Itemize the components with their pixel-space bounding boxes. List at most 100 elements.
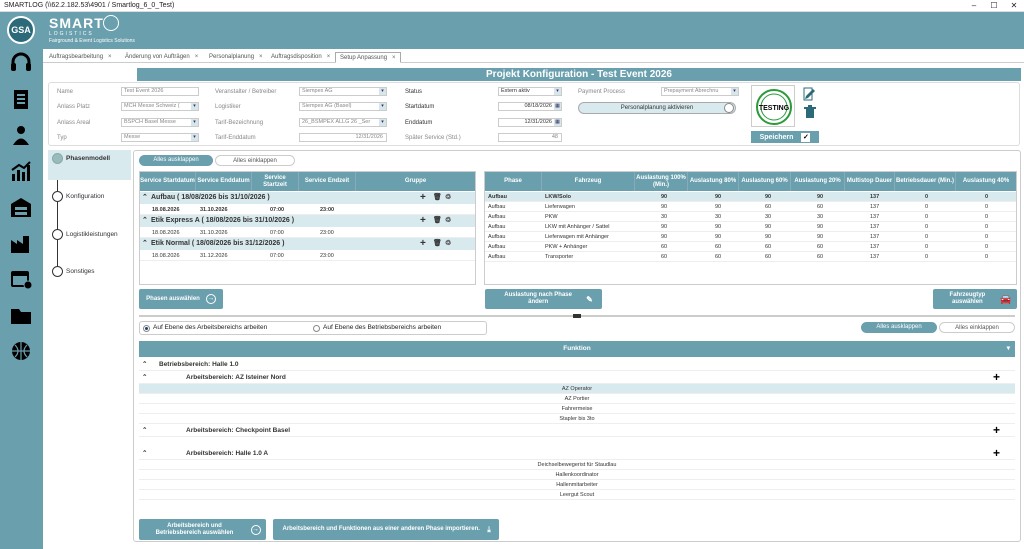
funktion-item[interactable]: Stapler bis 3to	[139, 414, 1015, 424]
tab-setup-anpassung[interactable]: Setup Anpassung ×	[335, 52, 401, 63]
collapse-icon[interactable]: ⌃	[142, 447, 147, 460]
name-field[interactable]: Test Event 2026	[121, 87, 199, 96]
delete-icon[interactable]	[803, 105, 817, 119]
phasen-auswaehlen-button[interactable]: Phasen auswählen →	[139, 289, 223, 309]
calendar-icon[interactable]	[9, 268, 33, 290]
close-icon[interactable]: ✕	[1004, 0, 1024, 12]
calendar-picker-icon[interactable]: ▦	[554, 119, 561, 126]
arbeitsbereich-row[interactable]: ⌃ Arbeitsbereich: Halle 1.0 A +	[139, 447, 1015, 460]
startdatum-field[interactable]: 08/18/2026 ▦	[498, 102, 562, 111]
table-row[interactable]: Aufbau LKW/Solo 90 90 90 90 137 0 0	[485, 192, 1016, 202]
fahrzeugtyp-button[interactable]: Fahrzeugtyp auswählen 🚘	[933, 289, 1017, 309]
table-row[interactable]: Aufbau Lieferwagen 90 90 60 60 137 0 0	[485, 202, 1016, 212]
filter-icon[interactable]: ▾	[1007, 341, 1010, 357]
resize-handle[interactable]	[573, 314, 581, 318]
funktion-header[interactable]: Funktion ▾	[139, 341, 1015, 357]
col-fahrzeug[interactable]: Fahrzeug	[542, 172, 635, 191]
table-row[interactable]: 18.08.2026 31.10.2026 07:00 23:00	[140, 228, 475, 238]
minimize-icon[interactable]: –	[964, 0, 984, 12]
clipboard-icon[interactable]	[9, 88, 33, 110]
arbeitsbereich-row[interactable]: ⌃ Arbeitsbereich: AZ Isteiner Nord +	[139, 371, 1015, 384]
anlass-areal-select[interactable]: BSPCH Basel Messe ▾	[121, 118, 199, 127]
tab-auftragsbearbeitung[interactable]: Auftragsbearbeitung ×	[45, 52, 116, 63]
warehouse-icon[interactable]	[9, 196, 33, 218]
collapse-icon[interactable]: ⌃	[142, 424, 147, 437]
betriebsbereich-row[interactable]: ⌃ Betriebsbereich: Halle 1.0	[139, 358, 1015, 371]
col-multistop[interactable]: Multistop Dauer	[845, 172, 895, 191]
col-service-startdatum[interactable]: Service Startdatum	[140, 172, 196, 191]
collapse-icon[interactable]: ⌃	[142, 371, 147, 384]
tab-aenderung[interactable]: Änderung von Aufträgen ×	[121, 52, 202, 63]
trash-icon[interactable]: 🗑	[433, 192, 442, 204]
headset-icon[interactable]	[9, 52, 33, 74]
maximize-icon[interactable]: ☐	[984, 0, 1004, 12]
col-phase[interactable]: Phase	[485, 172, 542, 191]
tab-auftragsdisposition[interactable]: Auftragsdisposition ×	[267, 52, 334, 63]
step-phasenmodell[interactable]: Phasenmodell	[48, 150, 131, 180]
typ-select[interactable]: Messe ▾	[121, 133, 199, 142]
add-icon[interactable]: +	[420, 192, 426, 204]
funktion-item[interactable]: Hallenkoordinator	[139, 470, 1015, 480]
spaeter-field[interactable]: 48	[498, 133, 562, 142]
tab-personalplanung[interactable]: Personalplanung ×	[205, 52, 267, 63]
table-row[interactable]: Aufbau Transporter 60 60 60 60 137 0 0	[485, 252, 1016, 262]
table-row[interactable]: Aufbau PKW + Anhänger 60 60 60 60 137 0 0	[485, 242, 1016, 252]
add-icon[interactable]: +	[993, 424, 1000, 436]
recycle-icon[interactable]: ♲	[445, 215, 451, 227]
col-auslastung-100[interactable]: Auslastung 100% (Min.)	[635, 172, 688, 191]
col-auslastung-20[interactable]: Auslastung 20%	[791, 172, 845, 191]
funktion-item[interactable]: Deichselbewegerist für Staudlau	[139, 460, 1015, 470]
close-tab-icon[interactable]: ×	[108, 54, 112, 60]
phase-group-row[interactable]: ⌃ Etik Normal ( 18/08/2026 bis 31/12/202…	[140, 238, 475, 250]
edit-icon[interactable]	[803, 87, 817, 101]
radio-arbeitsbereich[interactable]	[143, 325, 150, 332]
step-logistikleistungen[interactable]: Logistikleistungen	[48, 226, 131, 256]
add-icon[interactable]: +	[420, 238, 426, 250]
col-betriebsdauer[interactable]: Betriebsdauer (Min.)	[895, 172, 956, 191]
collapse-icon[interactable]: ⌃	[142, 238, 148, 250]
close-tab-icon[interactable]: ×	[259, 54, 263, 60]
col-service-enddatum[interactable]: Service Enddatum	[196, 172, 252, 191]
add-icon[interactable]: +	[993, 447, 1000, 459]
table-row[interactable]: Aufbau PKW 30 30 30 30 137 0 0	[485, 212, 1016, 222]
add-icon[interactable]: +	[993, 371, 1000, 383]
step-sonstiges[interactable]: Sonstiges	[48, 263, 131, 293]
status-select[interactable]: Extern aktiv ▾	[498, 87, 562, 96]
close-tab-icon[interactable]: ×	[195, 54, 199, 60]
trash-icon[interactable]: 🗑	[433, 215, 442, 227]
anlass-platz-select[interactable]: MCH Messe Schweiz (▾	[121, 102, 199, 111]
worker-icon[interactable]	[9, 124, 33, 146]
chart-icon[interactable]	[9, 160, 33, 182]
add-icon[interactable]: +	[420, 215, 426, 227]
import-bereich-button[interactable]: Arbeitsbereich und Funktionen aus einer …	[273, 519, 499, 540]
tarif-enddatum-field[interactable]: 12/31/2026	[299, 133, 387, 142]
user-avatar[interactable]: GSA	[7, 16, 35, 44]
funktion-item[interactable]: Fahrermeise	[139, 404, 1015, 414]
personalplanung-toggle[interactable]: Personalplanung aktivieren	[578, 102, 736, 114]
recycle-icon[interactable]: ♲	[445, 238, 451, 250]
table-row[interactable]: 18.08.2026 31.10.2026 07:00 23:00	[140, 205, 475, 215]
phases-expand-all-button[interactable]: Alles ausklappen	[139, 155, 213, 166]
calendar-picker-icon[interactable]: ▦	[554, 103, 561, 110]
factory-icon[interactable]	[9, 232, 33, 254]
funktion-item[interactable]: Hallenmitarbeiter	[139, 480, 1015, 490]
funktion-item[interactable]: AZ Portier	[139, 394, 1015, 404]
bereich-auswaehlen-button[interactable]: Arbeitsbereich und Betriebsbereich auswä…	[139, 519, 266, 540]
save-button[interactable]: Speichern ✓	[751, 131, 819, 143]
col-auslastung-60[interactable]: Auslastung 60%	[739, 172, 791, 191]
step-konfiguration[interactable]: Konfiguration	[48, 188, 131, 218]
col-auslastung-40[interactable]: Auslastung 40%	[956, 172, 1016, 191]
col-auslastung-80[interactable]: Auslastung 80%	[688, 172, 739, 191]
phases-collapse-all-button[interactable]: Alles einklappen	[215, 155, 295, 166]
funktion-item[interactable]: AZ Operator	[139, 384, 1015, 394]
bereich-expand-all-button[interactable]: Alles ausklappen	[861, 322, 937, 333]
auslastung-phase-button[interactable]: Auslastung nach Phase ändern ✎	[485, 289, 602, 309]
folder-icon[interactable]	[9, 304, 33, 326]
tarif-select[interactable]: 26_BSMPEX ALLG 26 _Ser ▾	[299, 118, 387, 127]
table-row[interactable]: Aufbau LKW mit Anhänger / Sattel 90 90 90 90 1…	[485, 222, 1016, 232]
logistiker-select[interactable]: Siempex AG (Basel) ▾	[299, 102, 387, 111]
col-service-startzeit[interactable]: Service Startzeit	[252, 172, 299, 191]
table-row[interactable]: Aufbau Lieferwagen mit Anhänger 90 90 90 90 13…	[485, 232, 1016, 242]
col-gruppe[interactable]: Gruppe	[356, 172, 475, 191]
enddatum-field[interactable]: 12/31/2026 ▦	[498, 118, 562, 127]
